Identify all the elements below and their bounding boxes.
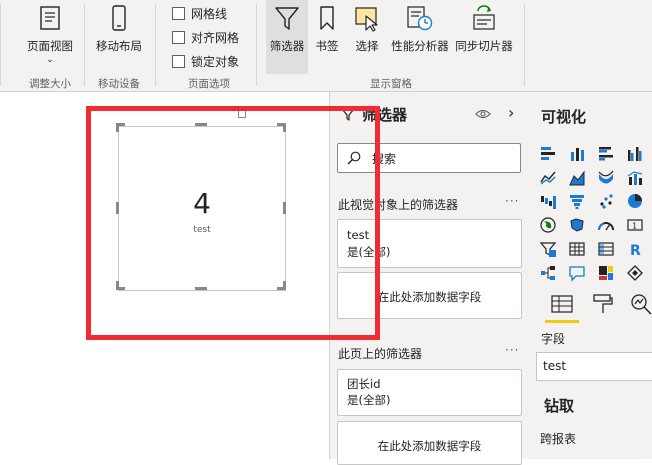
lock-objects-label: 锁定对象 bbox=[191, 55, 240, 69]
stacked-column-chart-icon[interactable] bbox=[568, 144, 586, 162]
ribbon-divider bbox=[155, 4, 156, 86]
bookmark-icon bbox=[320, 6, 334, 30]
r-script-icon[interactable]: R bbox=[626, 240, 644, 258]
ribbon: 页面视图 ⌄ 调整大小 移动布局 移动设备 网格线 对齐网格 锁定对象 页面选项… bbox=[0, 0, 652, 92]
waterfall-chart-icon[interactable] bbox=[539, 192, 557, 210]
stacked-bar-chart-icon[interactable] bbox=[539, 144, 557, 162]
matrix-icon[interactable] bbox=[597, 240, 615, 258]
lock-objects-checkbox[interactable]: 锁定对象 bbox=[172, 53, 239, 70]
mobile-layout-button[interactable]: 移动布局 bbox=[90, 4, 148, 54]
performance-analyzer-label: 性能分析器 bbox=[391, 39, 449, 53]
svg-text:R: R bbox=[630, 243, 641, 258]
card-icon[interactable]: 1 bbox=[626, 216, 644, 234]
analytics-magnifier-icon[interactable] bbox=[630, 293, 652, 315]
filter-icon bbox=[275, 7, 299, 30]
page-filters-section-title: 此页上的筛选器 bbox=[338, 347, 423, 361]
bookmarks-pane-button[interactable]: 书签 bbox=[310, 4, 344, 54]
selection-pane-label: 选择 bbox=[355, 39, 379, 53]
filled-map-icon[interactable] bbox=[568, 216, 586, 234]
page-filter-card[interactable]: 团长id 是(全部) bbox=[337, 369, 522, 416]
group-label-show-panes: 显示窗格 bbox=[370, 78, 412, 90]
sync-slicers-button[interactable]: 同步切片器 bbox=[452, 4, 516, 54]
filter-field-name: 团长id bbox=[347, 377, 381, 391]
chevron-down-icon[interactable]: ⌄ bbox=[22, 55, 78, 65]
ribbon-divider bbox=[524, 4, 525, 86]
page-view-label: 页面视图 bbox=[27, 39, 73, 53]
sync-slicers-icon bbox=[473, 5, 495, 30]
selection-icon bbox=[355, 7, 378, 32]
more-options-icon[interactable]: ··· bbox=[505, 194, 519, 208]
checkbox-box[interactable] bbox=[172, 7, 185, 20]
table-icon[interactable] bbox=[568, 240, 586, 258]
sync-slicers-label: 同步切片器 bbox=[455, 39, 513, 53]
highlight-rectangle bbox=[86, 106, 380, 340]
filters-pane-label: 筛选器 bbox=[269, 39, 305, 53]
performance-analyzer-icon bbox=[407, 6, 433, 31]
group-label-resize: 调整大小 bbox=[29, 78, 71, 90]
area-chart-icon[interactable] bbox=[568, 168, 586, 186]
combo-chart-icon[interactable] bbox=[626, 168, 644, 186]
more-visuals-icon[interactable] bbox=[626, 264, 644, 282]
cross-report-label: 跨报表 bbox=[540, 432, 577, 446]
clustered-bar-chart-icon[interactable] bbox=[597, 144, 615, 162]
gauge-icon[interactable] bbox=[597, 216, 615, 234]
slicer-icon[interactable] bbox=[539, 240, 557, 258]
collapse-pane-chevron-icon[interactable]: › bbox=[508, 103, 514, 122]
visualizations-pane-title: 可视化 bbox=[541, 108, 587, 126]
pie-chart-icon[interactable] bbox=[626, 192, 644, 210]
fields-tab-icon[interactable] bbox=[551, 294, 573, 314]
scatter-chart-icon[interactable] bbox=[597, 192, 615, 210]
map-icon[interactable] bbox=[539, 216, 557, 234]
active-tab-indicator bbox=[545, 320, 579, 323]
format-paint-roller-icon[interactable] bbox=[592, 293, 614, 315]
drillthrough-title: 钻取 bbox=[544, 397, 575, 415]
decomposition-tree-icon[interactable] bbox=[539, 264, 557, 282]
field-well-text: test bbox=[543, 359, 567, 373]
clustered-column-chart-icon[interactable] bbox=[626, 144, 644, 162]
add-page-filter-field-well[interactable]: 在此处添加数据字段 bbox=[337, 421, 522, 465]
performance-analyzer-button[interactable]: 性能分析器 bbox=[388, 4, 452, 54]
treemap-icon[interactable] bbox=[597, 264, 615, 282]
checkbox-box[interactable] bbox=[172, 31, 185, 44]
ribbon-divider bbox=[0, 4, 1, 86]
group-label-mobile: 移动设备 bbox=[98, 78, 140, 90]
add-field-label: 在此处添加数据字段 bbox=[377, 439, 482, 453]
snap-to-grid-label: 对齐网格 bbox=[191, 31, 240, 45]
group-label-page-options: 页面选项 bbox=[188, 78, 230, 90]
ribbon-divider bbox=[256, 4, 257, 86]
funnel-chart-icon[interactable] bbox=[568, 192, 586, 210]
checkbox-box[interactable] bbox=[172, 55, 185, 68]
mobile-phone-icon bbox=[112, 5, 126, 31]
field-well-value[interactable]: test bbox=[536, 352, 652, 381]
fields-label: 字段 bbox=[541, 332, 566, 346]
eye-icon[interactable] bbox=[475, 108, 491, 120]
bookmarks-pane-label: 书签 bbox=[315, 39, 339, 53]
page-view-icon bbox=[40, 6, 60, 30]
qna-icon[interactable] bbox=[568, 264, 586, 282]
mobile-layout-label: 移动布局 bbox=[96, 39, 142, 53]
line-chart-icon[interactable] bbox=[539, 168, 557, 186]
more-options-icon[interactable]: ··· bbox=[505, 343, 519, 357]
gridlines-checkbox[interactable]: 网格线 bbox=[172, 5, 227, 22]
filter-state: 是(全部) bbox=[347, 393, 391, 407]
selection-pane-button[interactable]: 选择 bbox=[348, 4, 386, 54]
gridlines-label: 网格线 bbox=[191, 7, 228, 21]
svg-text:1: 1 bbox=[632, 222, 637, 231]
page-view-button[interactable]: 页面视图 ⌄ bbox=[22, 4, 78, 65]
filters-pane-button[interactable]: 筛选器 bbox=[266, 0, 308, 74]
ribbon-divider bbox=[84, 4, 85, 86]
snap-to-grid-checkbox[interactable]: 对齐网格 bbox=[172, 29, 239, 46]
ribbon-chart-icon[interactable] bbox=[597, 168, 615, 186]
